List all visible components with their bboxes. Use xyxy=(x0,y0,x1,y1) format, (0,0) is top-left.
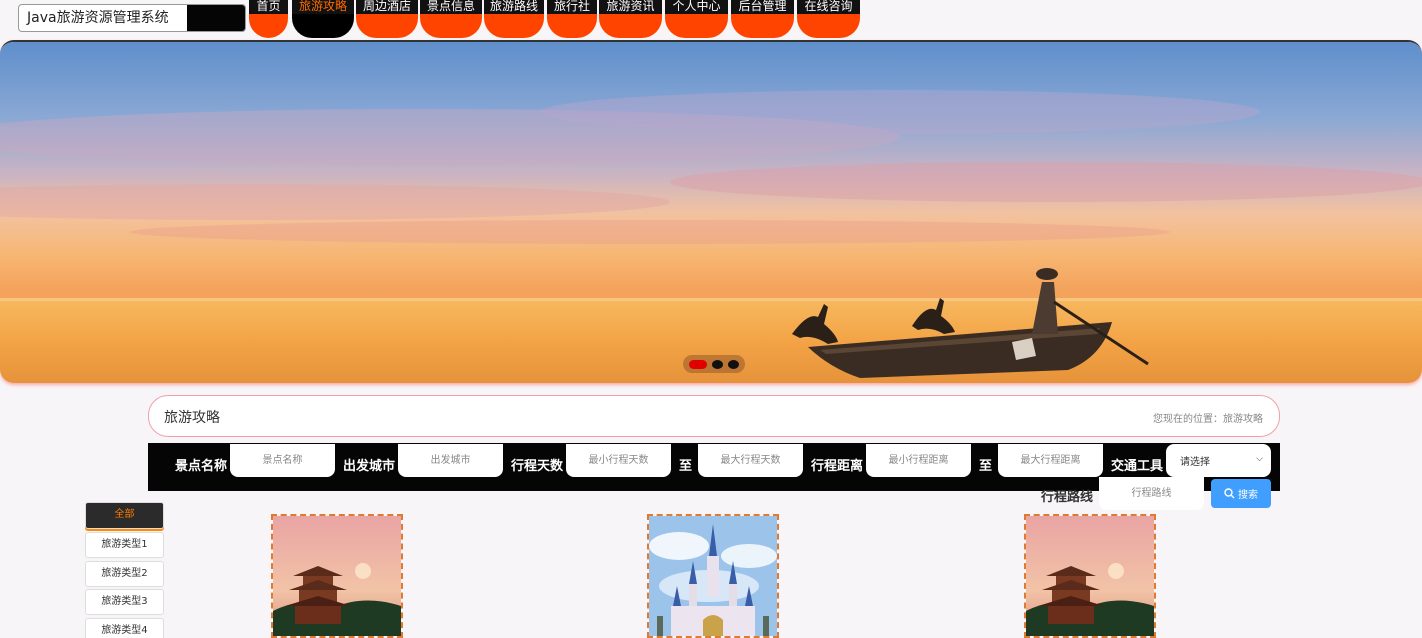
guide-card[interactable] xyxy=(271,514,403,638)
nav-item-agencies[interactable]: 旅行社 xyxy=(547,0,597,38)
city-label: 出发城市 xyxy=(343,459,396,474)
days-label: 行程天数 xyxy=(511,459,564,474)
nav-item-admin[interactable]: 后台管理 xyxy=(731,0,794,38)
transport-label: 交通工具 xyxy=(1111,459,1164,474)
search-icon xyxy=(1224,488,1235,499)
nav-item-news[interactable]: 旅游资讯 xyxy=(599,0,662,38)
section-title: 旅游攻略 xyxy=(164,410,220,426)
category-item[interactable]: 旅游类型4 xyxy=(85,618,164,638)
transport-select-value: 请选择 xyxy=(1180,457,1210,468)
carousel-dot[interactable] xyxy=(712,359,723,369)
card-image-pagoda xyxy=(273,516,401,636)
title-box-dark-block xyxy=(187,5,245,31)
carousel-dot[interactable] xyxy=(728,359,739,369)
guide-card[interactable] xyxy=(1024,514,1156,638)
section-header: 旅游攻略 您现在的位置：旅游攻略 xyxy=(148,395,1280,437)
app-title: Java旅游资源管理系统 xyxy=(27,10,169,26)
card-image-pagoda xyxy=(1026,516,1154,636)
breadcrumb: 您现在的位置：旅游攻略 xyxy=(1153,414,1263,425)
card-image-castle xyxy=(649,516,777,636)
transport-select[interactable]: 请选择 ⌵ xyxy=(1166,444,1271,477)
route-input[interactable] xyxy=(1099,477,1204,510)
chevron-down-icon: ⌵ xyxy=(1256,454,1263,464)
nav-label: 周边酒店 xyxy=(356,0,418,14)
nav-item-scenic-spots[interactable]: 景点信息 xyxy=(420,0,482,38)
nav-label: 个人中心 xyxy=(665,0,728,14)
max-distance-input[interactable] xyxy=(998,444,1103,477)
nav-label: 后台管理 xyxy=(731,0,794,14)
spot-name-input[interactable] xyxy=(230,444,335,477)
nav-label: 景点信息 xyxy=(420,0,482,14)
app-title-box: Java旅游资源管理系统 xyxy=(18,4,246,32)
nav-label: 在线咨询 xyxy=(797,0,860,14)
nav-label: 首页 xyxy=(249,0,288,14)
search-button-label: 搜索 xyxy=(1238,490,1258,501)
carousel-dot[interactable] xyxy=(689,359,707,369)
max-days-input[interactable] xyxy=(698,444,803,477)
min-distance-input[interactable] xyxy=(866,444,971,477)
category-item[interactable]: 旅游类型1 xyxy=(85,532,164,558)
departure-city-input[interactable] xyxy=(398,444,503,477)
guide-card[interactable] xyxy=(647,514,779,638)
min-days-input[interactable] xyxy=(566,444,671,477)
route-label: 行程路线 xyxy=(1041,490,1094,505)
carousel-indicators xyxy=(683,355,745,373)
category-all[interactable]: 全部 xyxy=(85,502,164,529)
nav-label: 旅游资讯 xyxy=(599,0,662,14)
nav-label: 旅游路线 xyxy=(484,0,544,14)
category-item[interactable]: 旅游类型2 xyxy=(85,561,164,587)
nav-item-home[interactable]: 首页 xyxy=(249,0,288,38)
banner-carousel[interactable] xyxy=(0,40,1422,383)
search-button[interactable]: 搜索 xyxy=(1211,479,1271,508)
distance-to-label: 至 xyxy=(979,459,993,474)
nav-label: 旅行社 xyxy=(547,0,597,14)
banner-image xyxy=(0,42,1422,383)
nav-label: 旅游攻略 xyxy=(292,0,354,14)
nav-item-online-consult[interactable]: 在线咨询 xyxy=(797,0,860,38)
nav-item-hotels[interactable]: 周边酒店 xyxy=(356,0,418,38)
distance-label: 行程距离 xyxy=(811,459,864,474)
nav-item-travel-guide[interactable]: 旅游攻略 xyxy=(292,0,354,38)
spot-name-label: 景点名称 xyxy=(175,459,228,474)
nav-item-routes[interactable]: 旅游路线 xyxy=(484,0,544,38)
category-item[interactable]: 旅游类型3 xyxy=(85,589,164,615)
nav-item-personal-center[interactable]: 个人中心 xyxy=(665,0,728,38)
days-to-label: 至 xyxy=(679,459,693,474)
